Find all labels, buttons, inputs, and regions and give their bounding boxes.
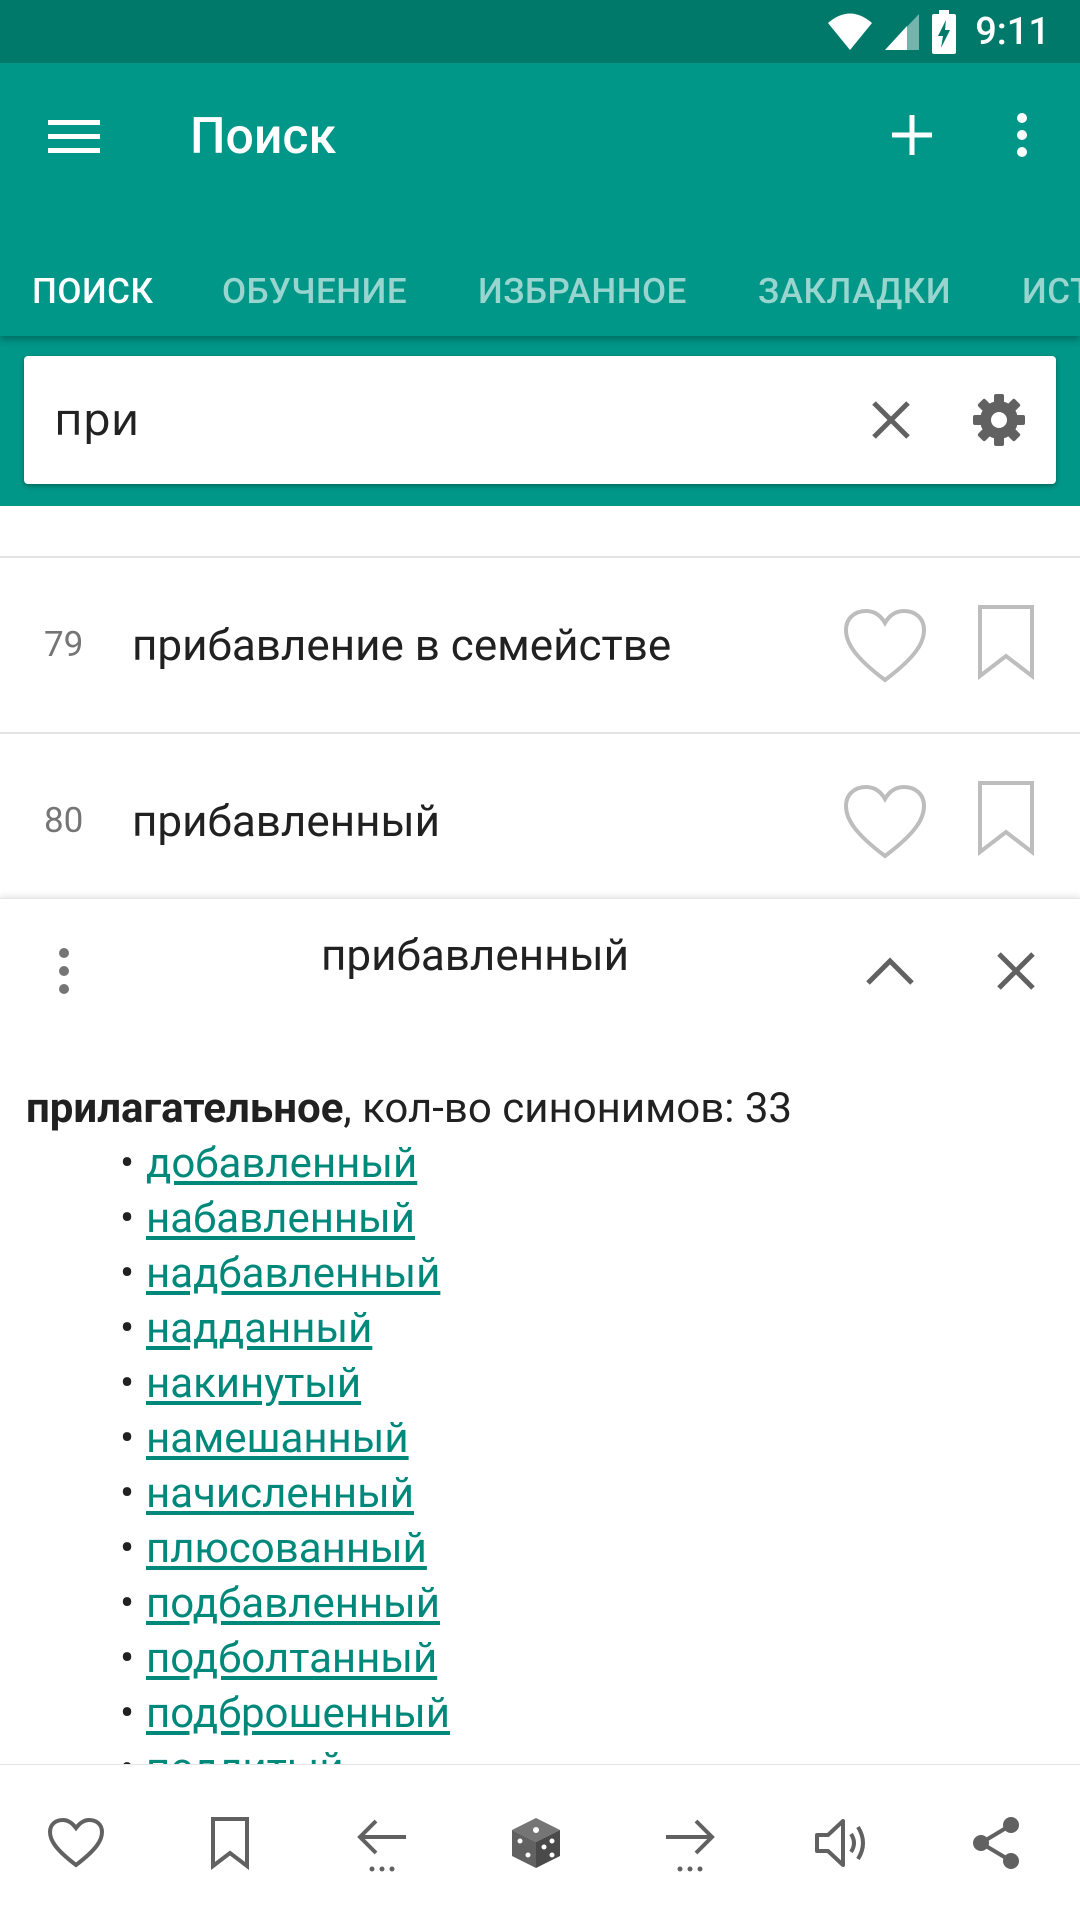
bookmark-icon bbox=[211, 1817, 249, 1870]
synonym-link[interactable]: подброшенный bbox=[146, 1689, 450, 1738]
tab-learning[interactable]: ОБУЧЕНИЕ bbox=[222, 248, 407, 336]
synonym-count: , кол-во синонимов: 33 bbox=[343, 1084, 793, 1133]
close-icon bbox=[997, 952, 1035, 990]
tab-favorites[interactable]: ИЗБРАННОЕ bbox=[478, 248, 687, 336]
heart-icon bbox=[47, 1817, 105, 1868]
item-word: прибавленный bbox=[132, 795, 440, 847]
list-item[interactable]: 80 прибавленный bbox=[0, 734, 1080, 898]
chevron-up-icon bbox=[866, 957, 914, 985]
item-number: 80 bbox=[44, 800, 84, 841]
favorite-word-button[interactable] bbox=[38, 1805, 114, 1881]
synonym-item: • намешанный bbox=[120, 1414, 409, 1463]
search-input[interactable] bbox=[54, 378, 834, 462]
status-time: 9:11 bbox=[975, 10, 1050, 54]
synonym-item: • накинутый bbox=[120, 1359, 362, 1408]
heart-outline-icon bbox=[843, 784, 927, 859]
settings-icon bbox=[973, 394, 1025, 446]
arrow-back-icon bbox=[357, 1819, 406, 1872]
synonym-link[interactable]: намешанный bbox=[146, 1414, 409, 1463]
synonym-link[interactable]: надбавленный bbox=[146, 1249, 440, 1298]
bookmark-outline-icon bbox=[978, 605, 1034, 681]
synonym-link[interactable]: подболтанный bbox=[146, 1634, 437, 1683]
close-panel-button[interactable] bbox=[984, 939, 1048, 1003]
synonym-item: • подболтанный bbox=[120, 1634, 438, 1683]
item-word: прибавление в семействе bbox=[132, 619, 672, 671]
share-icon bbox=[973, 1817, 1019, 1869]
synonym-item: • надданный bbox=[120, 1304, 373, 1353]
cellular-signal-icon bbox=[885, 14, 920, 50]
bookmark-button[interactable] bbox=[975, 604, 1037, 681]
tab-bookmarks[interactable]: ЗАКЛАДКИ bbox=[758, 248, 951, 336]
app-bar: Поиск ПОИСК ОБУЧЕНИЕ ИЗБРАННОЕ ЗАКЛАДКИ … bbox=[0, 63, 1080, 336]
definition-content: прилагательное, кол-во синонимов: 33 • до… bbox=[26, 1081, 1056, 1765]
synonym-list: • добавленный • набавленный • надбавленный … bbox=[120, 1136, 1056, 1765]
synonym-item: • плюсованный bbox=[120, 1524, 427, 1573]
add-button[interactable] bbox=[880, 103, 944, 167]
more-vert-icon bbox=[59, 948, 69, 994]
favorite-button[interactable] bbox=[843, 784, 927, 860]
part-of-speech: прилагательное bbox=[26, 1084, 344, 1133]
pronounce-button[interactable] bbox=[804, 1805, 880, 1881]
list-item[interactable]: 79 прибавление в семействе bbox=[0, 558, 1080, 732]
battery-charging-icon bbox=[932, 10, 957, 54]
item-number: 79 bbox=[44, 624, 84, 665]
word-detail-panel: прибавленный прилагательное, кол-во сино… bbox=[0, 898, 1080, 1765]
synonym-item: • добавленный bbox=[120, 1139, 418, 1188]
definition-header: прилагательное, кол-во синонимов: 33 bbox=[26, 1081, 1056, 1136]
search-box bbox=[24, 356, 1056, 484]
share-button[interactable] bbox=[958, 1805, 1034, 1881]
previous-word-button[interactable] bbox=[344, 1805, 420, 1881]
synonym-item: • надбавленный bbox=[120, 1249, 441, 1298]
collapse-panel-button[interactable] bbox=[858, 939, 922, 1003]
synonym-link[interactable]: накинутый bbox=[146, 1359, 361, 1408]
favorite-button[interactable] bbox=[843, 608, 927, 684]
bookmark-button[interactable] bbox=[975, 780, 1037, 857]
synonym-link[interactable]: надданный bbox=[146, 1304, 372, 1353]
wifi-icon bbox=[828, 13, 873, 50]
clear-search-button[interactable] bbox=[859, 388, 923, 452]
heart-outline-icon bbox=[843, 608, 927, 683]
synonym-link[interactable]: плюсованный bbox=[146, 1524, 427, 1573]
results-list: 79 прибавление в семействе 80 прибавленн… bbox=[0, 506, 1080, 898]
bookmark-word-button[interactable] bbox=[192, 1805, 268, 1881]
menu-icon bbox=[48, 120, 100, 153]
arrow-forward-icon bbox=[666, 1819, 715, 1872]
synonym-link[interactable]: подлитый bbox=[146, 1744, 344, 1765]
tab-search[interactable]: ПОИСК bbox=[32, 248, 154, 336]
synonym-link[interactable]: подбавленный bbox=[146, 1579, 440, 1628]
search-settings-button[interactable] bbox=[967, 388, 1031, 452]
tab-bar: ПОИСК ОБУЧЕНИЕ ИЗБРАННОЕ ЗАКЛАДКИ ИСТ bbox=[0, 248, 1080, 336]
synonym-link[interactable]: добавленный bbox=[146, 1139, 417, 1188]
panel-more-button[interactable] bbox=[34, 941, 94, 1001]
synonym-link[interactable]: начисленный bbox=[146, 1469, 414, 1518]
synonym-item: • подбавленный bbox=[120, 1579, 440, 1628]
clear-icon bbox=[872, 401, 910, 439]
more-options-button[interactable] bbox=[990, 103, 1054, 167]
menu-button[interactable] bbox=[42, 105, 106, 169]
panel-title: прибавленный bbox=[321, 929, 629, 981]
random-word-button[interactable] bbox=[498, 1805, 574, 1881]
status-bar: 9:11 bbox=[0, 0, 1080, 63]
bottom-action-bar bbox=[0, 1764, 1080, 1920]
synonym-item: • начисленный bbox=[120, 1469, 414, 1518]
synonym-item: • набавленный bbox=[120, 1194, 416, 1243]
dice-icon bbox=[512, 1818, 560, 1868]
page-title: Поиск bbox=[190, 108, 337, 166]
bookmark-outline-icon bbox=[978, 781, 1034, 857]
synonym-link[interactable]: набавленный bbox=[146, 1194, 415, 1243]
next-word-button[interactable] bbox=[652, 1805, 728, 1881]
add-icon bbox=[892, 115, 932, 155]
synonym-item: • подброшенный bbox=[120, 1689, 451, 1738]
more-vert-icon bbox=[1017, 113, 1027, 157]
volume-icon bbox=[815, 1819, 865, 1867]
tab-history[interactable]: ИСТ bbox=[1022, 248, 1080, 336]
synonym-item: •подлитый bbox=[120, 1741, 1056, 1765]
status-icons: 9:11 bbox=[827, 10, 1050, 54]
